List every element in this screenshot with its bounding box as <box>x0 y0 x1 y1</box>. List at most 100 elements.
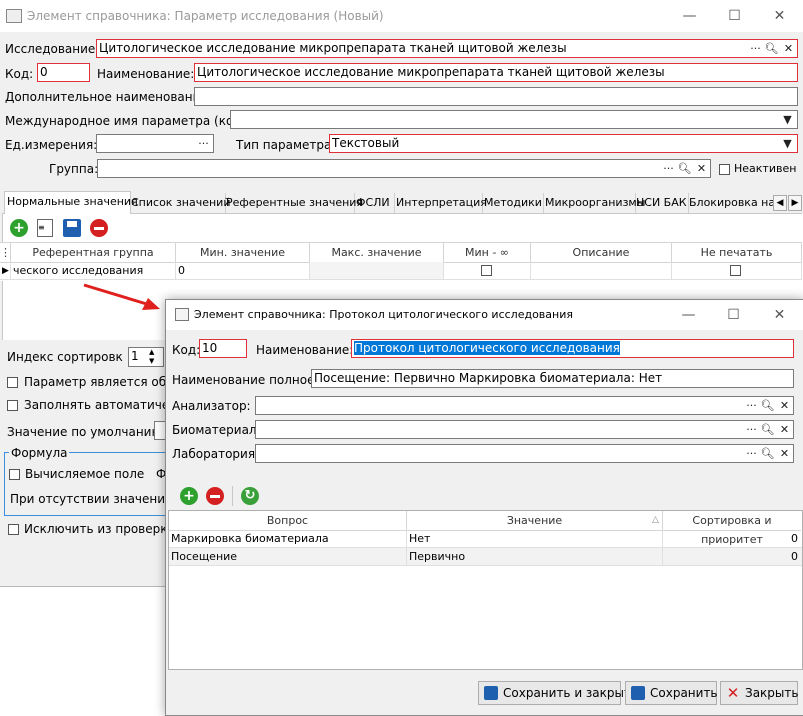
search-icon[interactable]: 🔍︎ <box>760 422 775 437</box>
minimize-icon[interactable]: — <box>667 1 712 31</box>
grid-header-question[interactable]: Вопрос <box>169 511 407 531</box>
tab-interpretation[interactable]: Интерпретация <box>394 193 487 213</box>
research-field[interactable]: Цитологическое исследование микропрепара… <box>96 39 798 58</box>
search-icon[interactable]: 🔍︎ <box>760 446 775 461</box>
table-row[interactable]: Посещение Первично 0 <box>169 548 802 566</box>
add-icon[interactable]: + <box>180 487 198 505</box>
ellipsis-icon[interactable]: ··· <box>196 136 211 151</box>
param-type-select[interactable]: Текстовый ▼ <box>329 134 798 153</box>
close-icon[interactable]: ✕ <box>757 300 802 330</box>
row-min[interactable]: 0 <box>176 262 310 280</box>
maximize-icon[interactable]: ☐ <box>711 300 756 330</box>
clear-icon[interactable]: ✕ <box>777 446 792 461</box>
row-description[interactable] <box>531 262 672 280</box>
spinner-arrows-icon[interactable]: ▲ ▼ <box>149 348 154 366</box>
table-window-icon <box>175 308 189 321</box>
table-row[interactable]: Маркировка биоматериала Нет 0 <box>169 530 802 548</box>
remove-icon[interactable] <box>206 487 224 505</box>
grid-header-description[interactable]: Описание <box>531 243 672 263</box>
row-question[interactable]: Посещение <box>169 548 407 566</box>
chevron-down-icon[interactable]: ▼ <box>780 112 795 127</box>
tab-block[interactable]: Блокировка на: <box>687 193 779 213</box>
min-inf-checkbox[interactable] <box>481 265 492 276</box>
row-group[interactable]: ческого исследования <box>11 262 176 280</box>
ellipsis-icon[interactable]: ··· <box>744 422 759 437</box>
tab-fsli[interactable]: ФСЛИ <box>354 193 395 213</box>
row-no-print[interactable] <box>672 262 802 280</box>
save-and-close-button[interactable]: Сохранить и закрыть <box>478 681 638 705</box>
no-print-checkbox[interactable] <box>730 265 741 276</box>
name-field[interactable]: Цитологическое исследование микропрепара… <box>194 63 798 82</box>
grid-header-min[interactable]: Мин. значение <box>176 243 310 263</box>
computed-checkbox[interactable] <box>9 469 20 480</box>
ellipsis-icon[interactable]: ··· <box>661 161 676 176</box>
search-icon[interactable]: 🔍︎ <box>764 41 779 56</box>
group-field[interactable]: ··· 🔍︎ ✕ <box>97 159 711 178</box>
ellipsis-icon[interactable]: ··· <box>744 446 759 461</box>
clear-icon[interactable]: ✕ <box>694 161 709 176</box>
biomaterial-field[interactable]: ··· 🔍︎ ✕ <box>255 420 794 439</box>
dialog-full-name-field[interactable]: Посещение: Первично Маркировка биоматери… <box>311 369 794 388</box>
tab-scroll-left-icon[interactable]: ◀ <box>773 195 787 211</box>
search-icon[interactable]: 🔍︎ <box>760 398 775 413</box>
minimize-icon[interactable]: — <box>666 300 711 330</box>
unit-field[interactable]: ··· <box>96 134 214 153</box>
dialog-name-label: Наименование: <box>256 343 354 357</box>
intl-name-label: Международное имя параметра (код): <box>5 114 251 128</box>
clear-icon[interactable]: ✕ <box>777 422 792 437</box>
row-min-inf[interactable] <box>444 262 531 280</box>
row-max[interactable] <box>310 262 444 280</box>
intl-name-select[interactable]: ▼ <box>230 110 798 129</box>
dialog-full-name-value: Посещение: Первично Маркировка биоматери… <box>314 371 663 385</box>
grid-header-max[interactable]: Макс. значение <box>310 243 444 263</box>
dialog-code-field[interactable]: 10 <box>199 339 247 358</box>
remove-icon[interactable] <box>90 219 108 237</box>
analyzer-field[interactable]: ··· 🔍︎ ✕ <box>255 396 794 415</box>
edit-doc-icon[interactable]: ≡ <box>37 219 53 237</box>
grid-header-sort[interactable]: Сортировка и приоритет <box>663 511 801 546</box>
refresh-icon[interactable]: ↻ <box>241 487 259 505</box>
tab-methods[interactable]: Методики <box>482 193 544 213</box>
clear-icon[interactable]: ✕ <box>781 41 796 56</box>
grid-header-value[interactable]: Значение <box>407 511 663 531</box>
save-icon[interactable] <box>63 219 81 237</box>
tab-nsi-bak[interactable]: НСИ БАК <box>634 193 689 213</box>
fill-auto-checkbox[interactable] <box>7 400 18 411</box>
clear-icon[interactable]: ✕ <box>777 398 792 413</box>
inactive-checkbox[interactable] <box>719 164 730 175</box>
close-icon[interactable]: ✕ <box>757 1 802 31</box>
exclude-checkbox[interactable] <box>8 524 19 535</box>
row-value[interactable]: Нет <box>407 530 663 548</box>
grid-header-no-print[interactable]: Не печатать <box>672 243 802 263</box>
row-value[interactable]: Первично <box>407 548 663 566</box>
save-button[interactable]: Сохранить <box>625 681 718 705</box>
ellipsis-icon[interactable]: ··· <box>744 398 759 413</box>
maximize-icon[interactable]: ☐ <box>712 1 757 31</box>
close-button[interactable]: ✕ Закрыть <box>720 681 798 705</box>
inactive-label: Неактивен <box>734 162 797 175</box>
sort-index-spinner[interactable]: 1 ▲ ▼ <box>128 347 164 367</box>
table-row[interactable]: ▶ ческого исследования 0 <box>0 262 802 280</box>
grid-header-min-inf[interactable]: Мин - ∞ <box>444 243 531 263</box>
tab-reference-values[interactable]: Референтные значения <box>224 193 363 213</box>
code-field[interactable]: 0 <box>37 63 90 82</box>
row-sort[interactable]: 0 <box>663 548 802 566</box>
tab-scroll-right-icon[interactable]: ▶ <box>788 195 802 211</box>
dialog-name-field[interactable]: Протокол цитологического исследования <box>351 339 794 358</box>
tab-normal-values[interactable]: Нормальные значения <box>4 191 138 215</box>
grid-header-group[interactable]: Референтная группа <box>11 243 176 263</box>
extra-name-field[interactable] <box>194 87 798 106</box>
ellipsis-icon[interactable]: ··· <box>748 41 763 56</box>
search-icon[interactable]: 🔍︎ <box>677 161 692 176</box>
code-label: Код: <box>5 67 34 81</box>
close-label: Закрыть <box>745 686 799 700</box>
default-label: Значение по умолчанию: <box>7 425 166 439</box>
param-required-checkbox[interactable] <box>7 377 18 388</box>
chevron-down-icon[interactable]: ▼ <box>780 136 795 151</box>
tab-value-list[interactable]: Список значений <box>129 193 230 213</box>
lab-field[interactable]: ··· 🔍︎ ✕ <box>255 444 794 463</box>
row-sort[interactable]: 0 <box>663 530 802 548</box>
add-icon[interactable]: + <box>10 219 28 237</box>
row-question[interactable]: Маркировка биоматериала <box>169 530 407 548</box>
tab-microorganisms[interactable]: Микроорганизмы <box>543 193 645 213</box>
